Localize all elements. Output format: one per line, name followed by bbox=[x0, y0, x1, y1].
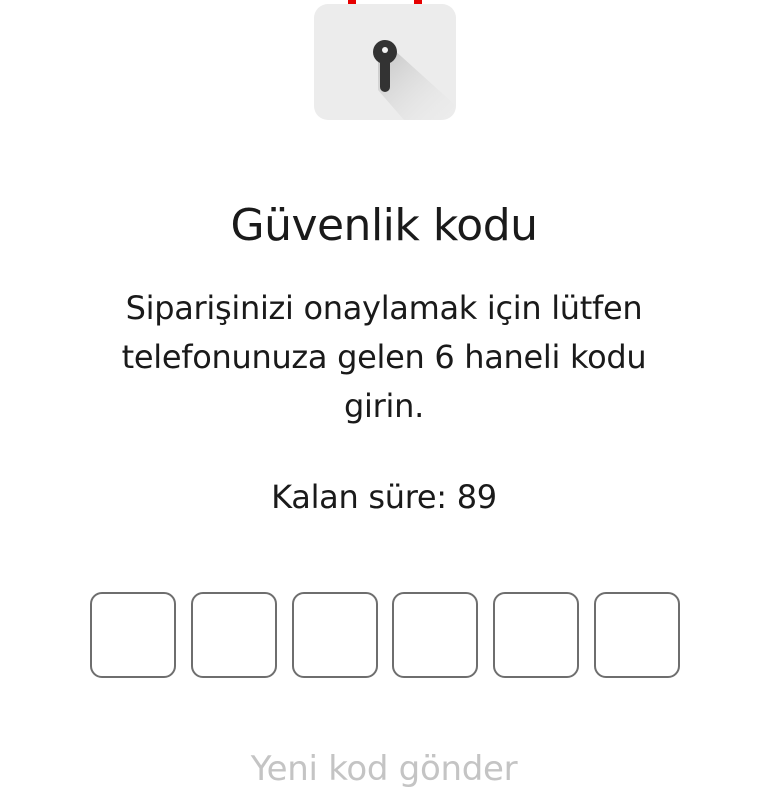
code-digit-2[interactable] bbox=[191, 592, 277, 678]
timer-label: Kalan süre: bbox=[271, 478, 447, 516]
security-code-inputs bbox=[90, 592, 680, 678]
timer-value: 89 bbox=[456, 478, 497, 516]
lock-calendar-icon bbox=[312, 0, 458, 122]
countdown-timer: Kalan süre: 89 bbox=[0, 472, 768, 522]
resend-code-link[interactable]: Yeni kod gönder bbox=[0, 744, 768, 794]
code-digit-3[interactable] bbox=[292, 592, 378, 678]
code-digit-5[interactable] bbox=[493, 592, 579, 678]
code-digit-1[interactable] bbox=[90, 592, 176, 678]
instruction-text: Siparişinizi onaylamak için lütfen telef… bbox=[121, 289, 647, 425]
code-digit-4[interactable] bbox=[392, 592, 478, 678]
code-digit-6[interactable] bbox=[594, 592, 680, 678]
page-title: Güvenlik kodu bbox=[230, 200, 538, 251]
